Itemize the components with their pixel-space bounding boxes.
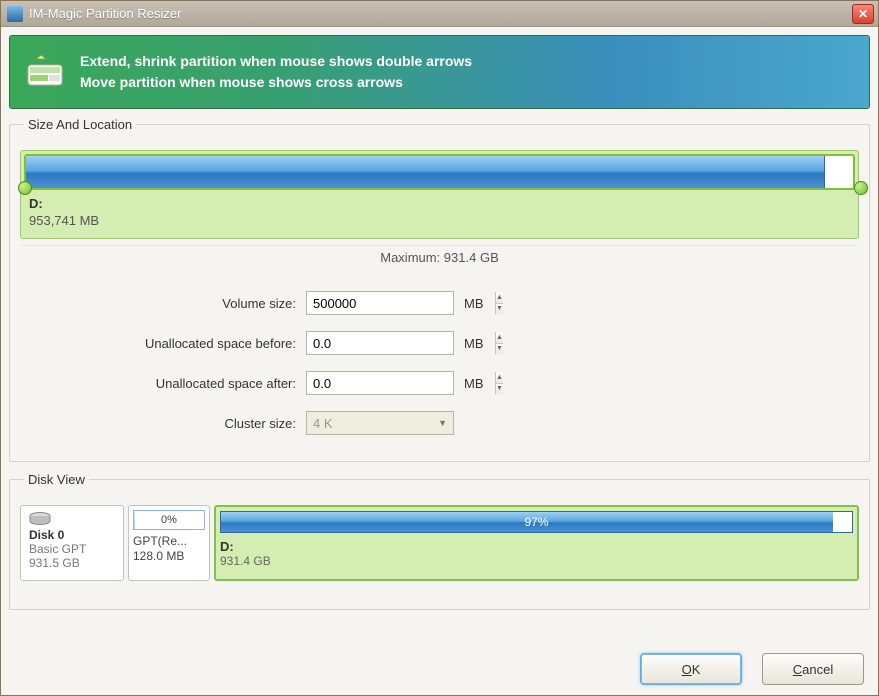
cluster-size-label: Cluster size: (20, 416, 306, 431)
banner-text: Extend, shrink partition when mouse show… (80, 51, 472, 93)
resize-handle-left[interactable] (18, 181, 32, 195)
partition-slider[interactable]: D: 953,741 MB (20, 150, 859, 239)
reserved-name: GPT(Re... (133, 534, 205, 549)
chevron-up-icon: ▲ (496, 374, 503, 381)
banner-line2: Move partition when mouse shows cross ar… (80, 72, 472, 93)
ok-button[interactable]: OK (640, 653, 742, 685)
chevron-down-icon: ▼ (496, 385, 503, 392)
chevron-down-icon: ▼ (496, 345, 503, 352)
disk-view-legend: Disk View (24, 472, 89, 487)
unalloc-after-unit: MB (464, 376, 484, 391)
close-button[interactable]: ✕ (852, 4, 874, 24)
unalloc-after-input-wrap: ▲ ▼ (306, 371, 454, 395)
ok-button-rest: K (692, 662, 701, 677)
partition-drive-letter: D: (29, 196, 43, 211)
partition-slider-label: D: 953,741 MB (21, 190, 858, 228)
partition-slider-track[interactable] (24, 154, 855, 190)
cluster-size-select[interactable]: 4 K ▼ (306, 411, 454, 435)
unalloc-before-label: Unallocated space before: (20, 336, 306, 351)
main-partition[interactable]: 97% D: 931.4 GB (214, 505, 859, 581)
maximum-size-label: Maximum: 931.4 GB (20, 245, 859, 265)
disk0-size: 931.5 GB (29, 556, 115, 570)
hard-disk-icon (29, 512, 51, 526)
chevron-down-icon: ▼ (496, 305, 503, 312)
unalloc-before-spin-up[interactable]: ▲ (496, 332, 503, 344)
partition-used-region (26, 156, 825, 188)
main-partition-label: D: (220, 539, 853, 554)
volume-size-unit: MB (464, 296, 484, 311)
main-usage-bar: 97% (220, 511, 853, 533)
unalloc-after-spin-up[interactable]: ▲ (496, 372, 503, 384)
reserved-partition[interactable]: 0% GPT(Re... 128.0 MB (128, 505, 210, 581)
reserved-usage-bar: 0% (133, 510, 205, 530)
reserved-size: 128.0 MB (133, 549, 205, 564)
close-icon: ✕ (858, 8, 868, 20)
disk0-name: Disk 0 (29, 528, 115, 542)
app-icon (7, 6, 23, 22)
disk-view-group: Disk View Disk 0 Basic GPT 931.5 GB (9, 472, 870, 610)
instruction-banner: Extend, shrink partition when mouse show… (9, 35, 870, 109)
partition-icon (24, 55, 66, 89)
volume-size-label: Volume size: (20, 296, 306, 311)
unalloc-before-unit: MB (464, 336, 484, 351)
title-bar[interactable]: IM-Magic Partition Resizer ✕ (1, 1, 878, 27)
main-percent: 97% (221, 512, 852, 532)
cancel-button-rest: ancel (802, 662, 833, 677)
banner-line1: Extend, shrink partition when mouse show… (80, 51, 472, 72)
main-partition-size: 931.4 GB (220, 554, 853, 568)
unalloc-after-spin-down[interactable]: ▼ (496, 384, 503, 395)
cancel-button[interactable]: Cancel (762, 653, 864, 685)
chevron-up-icon: ▲ (496, 294, 503, 301)
size-and-location-group: Size And Location D: 953,741 MB Maximum:… (9, 117, 870, 462)
dialog-window: IM-Magic Partition Resizer ✕ Extend, shr… (0, 0, 879, 696)
window-title: IM-Magic Partition Resizer (29, 6, 181, 21)
partition-drive-size: 953,741 MB (29, 213, 850, 228)
unalloc-before-spin-down[interactable]: ▼ (496, 344, 503, 355)
disk0-summary[interactable]: Disk 0 Basic GPT 931.5 GB (20, 505, 124, 581)
reserved-usage-fill (134, 511, 135, 529)
size-location-legend: Size And Location (24, 117, 136, 132)
volume-size-spin-down[interactable]: ▼ (496, 304, 503, 315)
unalloc-before-input-wrap: ▲ ▼ (306, 331, 454, 355)
reserved-percent: 0% (161, 514, 177, 526)
disk0-type: Basic GPT (29, 542, 115, 556)
chevron-up-icon: ▲ (496, 334, 503, 341)
volume-size-spin-up[interactable]: ▲ (496, 292, 503, 304)
unalloc-after-label: Unallocated space after: (20, 376, 306, 391)
chevron-down-icon: ▼ (438, 418, 447, 428)
cluster-size-value: 4 K (313, 416, 333, 431)
volume-size-input-wrap: ▲ ▼ (306, 291, 454, 315)
resize-handle-right[interactable] (854, 181, 868, 195)
